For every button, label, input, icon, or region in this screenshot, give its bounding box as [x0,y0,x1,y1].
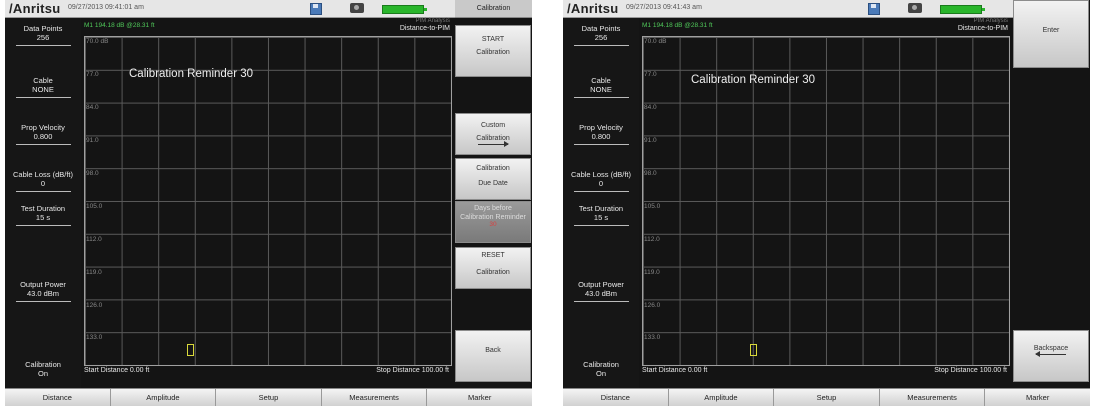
save-icon[interactable] [310,3,322,15]
calibration-due-date-button[interactable]: Calibration Due Date [455,158,531,200]
menu-title: Calibration [455,0,532,18]
tab-marker[interactable]: Marker [985,389,1090,406]
y-tick-label: 105.0 [86,203,103,210]
y-tick-label: 70.0 dB [644,38,667,45]
y-tick-label: 77.0 [644,71,657,78]
enter-button[interactable]: Enter [1013,0,1089,68]
y-tick-label: 70.0 dB [86,38,109,45]
trace-info: M1 194.18 dB @28.31 ft [642,22,713,29]
stop-distance: Stop Distance 100.00 ft [934,367,1007,374]
stop-distance: Stop Distance 100.00 ft [376,367,449,374]
param-test-duration[interactable]: Test Duration 15 s [8,204,78,226]
marker-cursor[interactable] [187,344,194,356]
param-cable-loss[interactable]: Cable Loss (dB/ft) 0 [8,170,78,192]
days-before-value: 30 [489,221,497,228]
y-tick-label: 84.0 [86,104,99,111]
tab-amplitude[interactable]: Amplitude [669,389,775,406]
y-tick-label: 98.0 [86,170,99,177]
battery-icon [382,5,427,14]
y-tick-label: 105.0 [644,203,661,210]
y-tick-label: 119.0 [644,269,660,276]
y-tick-label: 98.0 [644,170,657,177]
param-test-duration[interactable]: Test Duration 15 s [566,204,636,226]
param-output-power[interactable]: Output Power 43.0 dBm [8,280,78,302]
y-tick-label: 112.0 [644,236,660,243]
param-output-power[interactable]: Output Power 43.0 dBm [566,280,636,302]
mode-label-small: PIM Analysis [973,18,1008,24]
backspace-button[interactable]: Backspace [1013,330,1089,382]
timestamp: 09/27/2013 09:41:43 am [626,4,702,11]
tab-measurements[interactable]: Measurements [880,389,986,406]
days-before-reminder-button[interactable]: Days before Calibration Reminder 30 [455,201,531,243]
tab-setup[interactable]: Setup [774,389,880,406]
title-bar: /Anritsu 09/27/2013 09:41:01 am [5,0,455,18]
softkey-panel: Calibration START Calibration Custom Cal… [455,0,532,388]
tab-distance[interactable]: Distance [563,389,669,406]
calibration-reminder-message: Calibration Reminder 30 [691,74,816,86]
timestamp: 09/27/2013 09:41:01 am [68,4,144,11]
param-cable[interactable]: Cable NONE [8,76,78,98]
softkey-panel: Enter Backspace [1013,0,1090,388]
mode-label-small: PIM Analysis [415,18,450,24]
y-tick-label: 84.0 [644,104,657,111]
save-icon[interactable] [868,3,880,15]
backspace-arrow-icon [1035,351,1066,357]
parameter-panel: Data Points 256 Cable NONE Prop Velocity… [563,18,639,388]
title-bar: /Anritsu 09/27/2013 09:41:43 am [563,0,1013,18]
y-tick-label: 91.0 [644,137,657,144]
parameter-panel: Data Points 256 Cable NONE Prop Velocity… [5,18,81,388]
tab-amplitude[interactable]: Amplitude [111,389,217,406]
y-tick-label: 133.0 [644,334,661,341]
battery-icon [940,5,985,14]
y-tick-label: 133.0 [86,334,103,341]
param-data-points[interactable]: Data Points 256 [8,24,78,46]
param-prop-velocity[interactable]: Prop Velocity 0.800 [8,123,78,145]
start-distance: Start Distance 0.00 ft [642,367,708,374]
param-calibration[interactable]: Calibration On [566,360,636,378]
custom-calibration-button[interactable]: Custom Calibration [455,113,531,155]
mode-label: Distance-to-PIM [957,25,1008,32]
trace-info: M1 194.18 dB @28.31 ft [84,22,155,29]
y-tick-label: 119.0 [86,269,102,276]
param-cable[interactable]: Cable NONE [566,76,636,98]
main-menu-bar: Distance Amplitude Setup Measurements Ma… [5,388,532,406]
marker-cursor[interactable] [750,344,757,356]
param-data-points[interactable]: Data Points 256 [566,24,636,46]
y-tick-label: 91.0 [86,137,99,144]
camera-icon[interactable] [908,3,922,13]
param-prop-velocity[interactable]: Prop Velocity 0.800 [566,123,636,145]
y-tick-label: 112.0 [86,236,102,243]
tab-measurements[interactable]: Measurements [322,389,428,406]
screen-calibration-menu: /Anritsu 09/27/2013 09:41:01 am Data Poi… [5,0,532,406]
camera-icon[interactable] [350,3,364,13]
screen-enter-value: /Anritsu 09/27/2013 09:41:43 am Data Poi… [563,0,1090,406]
submenu-arrow-icon [478,141,509,147]
param-calibration[interactable]: Calibration On [8,360,78,378]
y-tick-label: 126.0 [644,302,661,309]
mode-label: Distance-to-PIM [399,25,450,32]
tab-marker[interactable]: Marker [427,389,532,406]
main-menu-bar: Distance Amplitude Setup Measurements Ma… [563,388,1090,406]
y-tick-label: 126.0 [86,302,103,309]
plot-area: M1 194.18 dB @28.31 ft PIM Analysis Dist… [81,18,452,388]
plot-area: M1 194.18 dB @28.31 ft PIM Analysis Dist… [639,18,1010,388]
y-tick-label: 77.0 [86,71,99,78]
start-calibration-button[interactable]: START Calibration [455,25,531,77]
start-distance: Start Distance 0.00 ft [84,367,150,374]
reset-calibration-button[interactable]: RESET Calibration [455,247,531,289]
graticule [84,36,452,366]
param-cable-loss[interactable]: Cable Loss (dB/ft) 0 [566,170,636,192]
back-button[interactable]: Back [455,330,531,382]
calibration-reminder-message: Calibration Reminder 30 [129,68,254,80]
anritsu-logo: /Anritsu [9,1,61,16]
tab-setup[interactable]: Setup [216,389,322,406]
tab-distance[interactable]: Distance [5,389,111,406]
anritsu-logo: /Anritsu [567,1,619,16]
